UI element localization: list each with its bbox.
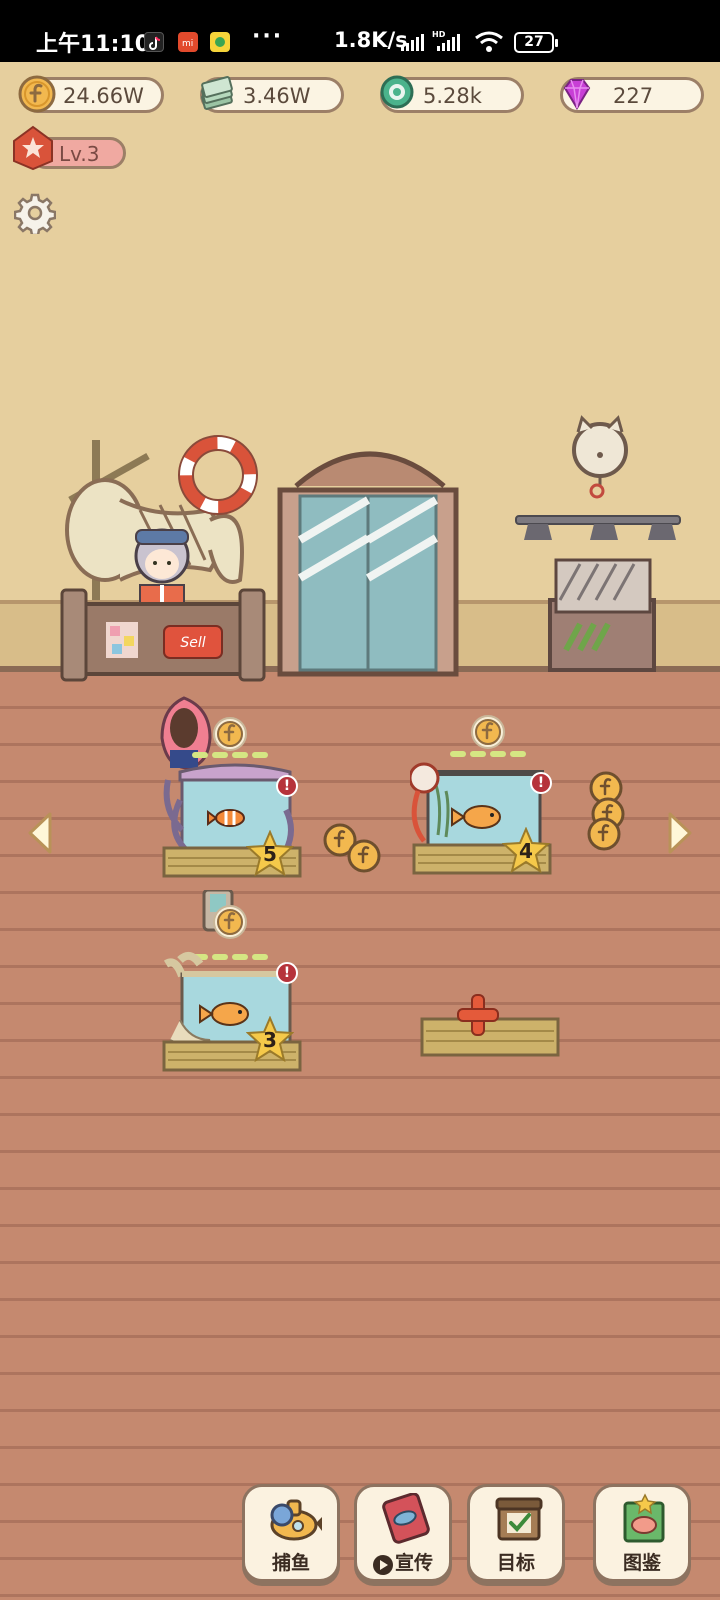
tank-1-coin-icon[interactable] [212, 716, 248, 752]
catch-fish-button[interactable]: 捕鱼 [242, 1484, 340, 1582]
tank-2-coin-icon[interactable] [470, 714, 506, 750]
shop-scenery: Sell [60, 415, 681, 682]
sell-sign-text: Sell [180, 635, 205, 651]
next-room-arrow[interactable] [666, 810, 694, 856]
tank-3-star-count: 3 [263, 1028, 277, 1052]
tank-3-progress [192, 954, 268, 960]
tank-1-progress [192, 752, 268, 758]
play-video-icon [373, 1555, 393, 1575]
tank-1-alert-badge[interactable]: ! [276, 775, 298, 797]
goal-checklist-icon [495, 1497, 543, 1541]
lamp-shelf [515, 515, 681, 540]
promo-card-icon [382, 1493, 430, 1544]
sell-counter [60, 588, 266, 682]
tank-2-alert-badge[interactable]: ! [530, 772, 552, 794]
submarine-icon [270, 1499, 322, 1541]
tank-2-star-badge: 4 [502, 827, 550, 873]
add-tank-slot[interactable] [418, 975, 562, 1065]
tank-3-coin-icon[interactable] [212, 904, 248, 940]
promote-button[interactable]: 宣传 [354, 1484, 452, 1582]
tank-3-alert-badge[interactable]: ! [276, 962, 298, 984]
shopkeeper-character [134, 528, 190, 606]
tank-1-star-count: 5 [263, 842, 277, 866]
goals-button[interactable]: 目标 [467, 1484, 565, 1582]
previous-room-arrow[interactable] [26, 810, 54, 856]
collection-button[interactable]: 图鉴 [593, 1484, 691, 1582]
collection-label: 图鉴 [622, 1552, 661, 1574]
owl-clock-decoration [572, 415, 628, 499]
fish-album-icon [623, 1493, 665, 1543]
fishing-gear-rack [548, 558, 656, 672]
floor-coin-icon[interactable] [346, 838, 382, 874]
tank-2-star-count: 4 [519, 839, 533, 863]
tank-3-star-badge: 3 [246, 1016, 294, 1062]
catch-fish-label: 捕鱼 [271, 1552, 310, 1574]
floor-coin-icon[interactable] [586, 816, 622, 852]
tank-1-star-badge: 5 [246, 830, 294, 876]
life-ring-decoration [178, 435, 258, 515]
tank-2-progress [450, 751, 526, 757]
shop-door [277, 451, 459, 677]
goals-label: 目标 [496, 1552, 535, 1574]
